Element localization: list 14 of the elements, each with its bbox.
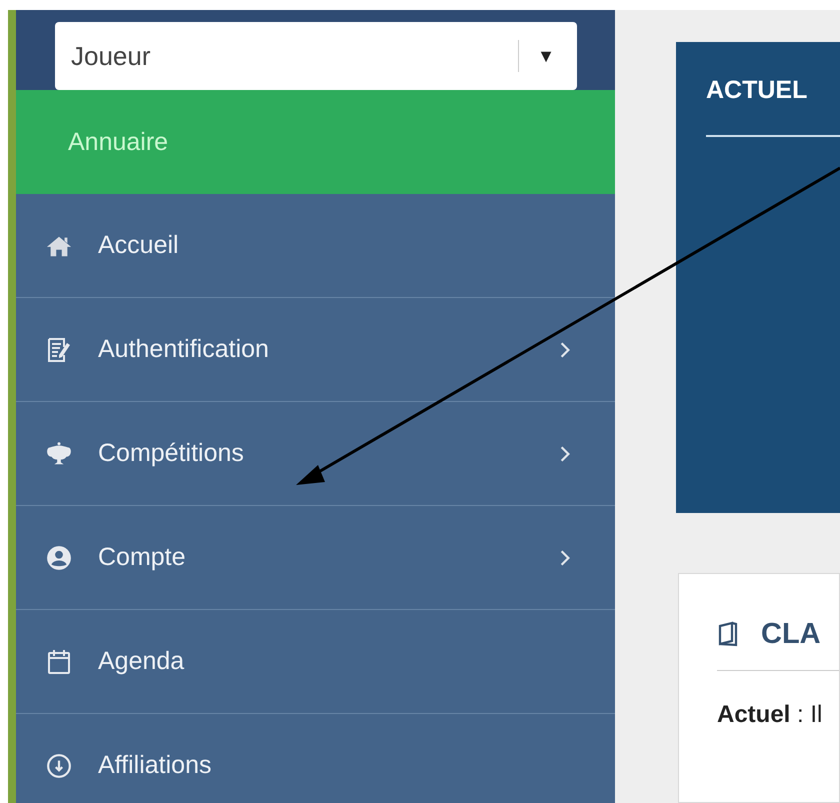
card-text: Actuel : Il <box>717 701 824 730</box>
user-icon <box>46 544 72 570</box>
edit-icon <box>46 336 72 362</box>
calendar-icon <box>46 648 72 674</box>
book-icon <box>717 621 739 648</box>
sidebar-item[interactable]: Authentification <box>16 298 615 402</box>
chevron-right-icon <box>559 340 571 358</box>
panel-title: ACTUEL <box>706 76 808 105</box>
sidebar-item[interactable]: Compte <box>16 506 615 610</box>
role-select[interactable]: Joueur ▼ <box>55 22 577 90</box>
card-title: CLA <box>761 618 821 651</box>
chevron-right-icon <box>559 548 571 566</box>
trophy-icon <box>46 440 72 466</box>
chevron-right-icon <box>559 444 571 462</box>
